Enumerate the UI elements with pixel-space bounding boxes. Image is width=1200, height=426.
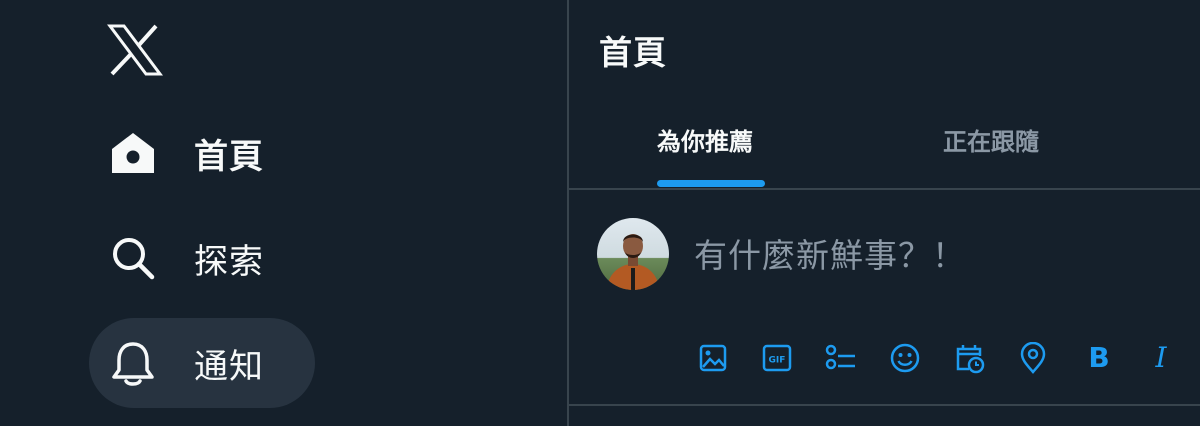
italic-icon[interactable]: I [1143, 340, 1179, 376]
sidebar-item-label: 首頁 [194, 136, 264, 177]
page-title: 首頁 [599, 33, 667, 72]
divider [569, 404, 1200, 406]
gif-label: GIF [769, 356, 786, 366]
tab-following[interactable]: 正在跟隨 [943, 122, 1039, 157]
search-icon [109, 234, 157, 282]
tab-for-you[interactable]: 為你推薦 [657, 122, 753, 157]
bold-icon[interactable]: B [1081, 340, 1117, 376]
x-logo-icon[interactable] [106, 22, 164, 78]
home-icon [109, 129, 157, 177]
emoji-icon[interactable] [887, 340, 923, 376]
sidebar-item-explore[interactable]: 探索 [89, 213, 315, 303]
bell-icon [109, 339, 157, 387]
main-timeline: 首頁 為你推薦 正在跟隨 有什麼新鮮事？！ GIF B I [569, 0, 1200, 426]
sidebar-item-home[interactable]: 首頁 [89, 108, 315, 198]
compose-input[interactable] [694, 230, 1194, 280]
sidebar-item-notifications[interactable]: 通知 [89, 318, 315, 408]
italic-label: I [1155, 341, 1167, 374]
sidebar-item-label: 通知 [194, 346, 264, 387]
active-tab-indicator [657, 180, 765, 187]
gif-icon[interactable]: GIF [759, 340, 795, 376]
sidebar: 首頁 探索 通知 [0, 0, 567, 426]
image-icon[interactable] [695, 340, 731, 376]
location-icon[interactable] [1015, 340, 1051, 376]
bold-label: B [1088, 341, 1110, 374]
divider [569, 188, 1200, 190]
schedule-icon[interactable] [951, 340, 987, 376]
sidebar-item-label: 探索 [194, 241, 264, 282]
poll-icon[interactable] [823, 340, 859, 376]
avatar[interactable] [597, 218, 669, 290]
